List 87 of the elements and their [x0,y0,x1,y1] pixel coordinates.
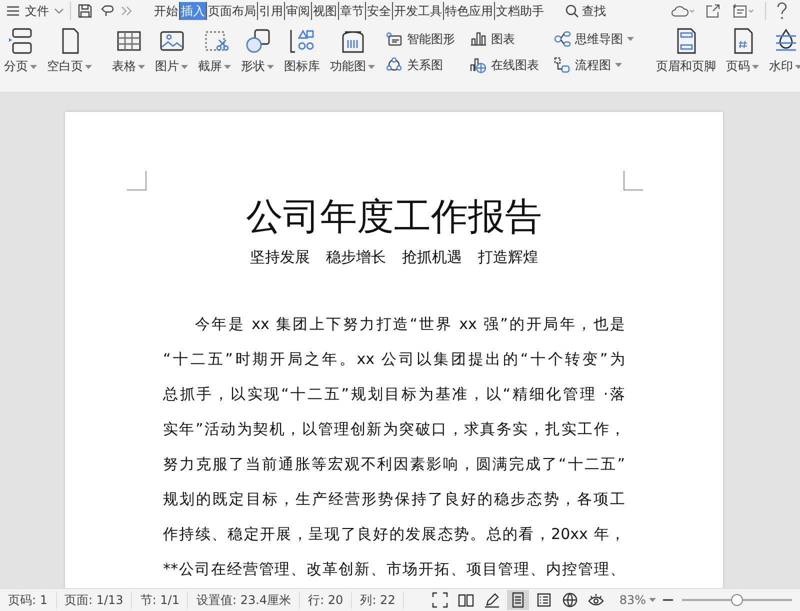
ribbon-button[interactable]: 表格 [108,26,149,92]
ribbon-button[interactable]: 水印 [765,26,800,92]
corner-mark-icon [127,171,147,191]
save-icon[interactable] [77,3,93,19]
ribbon-icon [469,30,487,48]
status-field: 设置值: 23.4厘米 [188,592,300,608]
status-field: 节: 1/1 [132,592,188,608]
caret-icon [267,64,274,68]
help-icon[interactable] [776,2,788,20]
view-icon [458,592,474,608]
body-text-line: 今年是 xx 集团上下努力打造“世界 xx 强”的开局年，也是 [194,314,625,335]
ribbon-tab[interactable]: 插入 [180,2,207,20]
document-title: 公司年度工作报告 [245,194,543,240]
ribbon-button[interactable]: 关系图 [385,54,455,76]
ribbon-button[interactable]: 智能图形 [385,28,455,50]
more-icon[interactable] [121,6,133,16]
subtitle-phrase: 稳步增长 [326,248,386,267]
view-icon [562,592,578,608]
caret-icon [752,64,759,68]
caret-icon [224,64,231,68]
caret-icon [649,598,656,602]
caret-icon [30,64,37,68]
search-icon [565,4,579,18]
ribbon-tab[interactable]: 特色应用 [444,2,495,20]
ribbon-tab[interactable]: 文档助手 [495,2,545,20]
status-field: 页码: 1 [0,592,56,608]
search-button[interactable]: 查找 [565,2,606,20]
ribbon-button[interactable]: 形状 [237,26,278,92]
status-field: 页面: 1/13 [56,592,132,608]
chevron-down-icon [54,7,64,15]
ribbon-button[interactable]: 图标库 [280,26,324,92]
body-text-line: 总抓手，以实现“十二五”规划目标为基准，以“精细化管理 ·落 [163,384,625,405]
body-text-line: **公司在经营管理、改革创新、市场开拓、项目管理、内控管理、 [163,559,625,580]
subtitle-phrase: 打造辉煌 [478,248,538,267]
view-icon [432,592,448,608]
ribbon-tab[interactable]: 审阅 [285,2,312,20]
ribbon-icon [553,56,571,74]
body-text-line: “十二五”时期开局之年。xx 公司以集团提出的“十个转变”为 [163,349,625,370]
ribbon-icon [469,56,487,74]
ribbon-button[interactable]: 截屏 [194,26,235,92]
caret-icon [368,64,375,68]
view-icon [536,592,552,608]
ribbon-button[interactable]: 功能图 [326,26,379,92]
zoom-slider-thumb[interactable] [731,594,743,606]
corner-mark-icon [623,171,643,191]
status-field: 列: 22 [352,592,404,608]
file-menu[interactable]: 文件 [6,2,64,20]
caret-icon [627,37,634,41]
ribbon-icon [385,30,403,48]
ribbon-button[interactable]: 页码 [722,26,763,92]
subtitle-phrase: 坚持发展 [250,248,310,267]
body-text-line: 努力克服了当前通胀等宏观不利因素影响，圆满完成了“十二五” [163,454,625,475]
ribbon-tab[interactable]: 章节 [339,2,366,20]
subtitle-phrase: 抢抓机遇 [402,248,462,267]
ribbon-button[interactable]: 思维导图 [553,28,634,50]
ribbon-button[interactable]: 流程图 [553,54,634,76]
zoom-dropdown[interactable]: 83% [619,593,656,607]
ribbon-button[interactable]: 空白页 [43,26,96,92]
template-icon[interactable] [731,3,755,19]
body-text-line: 作持续、稳定开展，呈现了良好的发展态势。总的看，20xx 年， [163,524,625,545]
body-text-line: 实年”活动为契机，以管理创新为突破口，求真务实，扎实工作， [163,419,625,440]
ribbon-button[interactable]: 图表 [469,28,539,50]
share-icon[interactable] [705,3,721,19]
caret-icon [615,63,622,67]
ribbon-tab[interactable]: 开发工具 [393,2,444,20]
cloud-icon[interactable] [671,4,695,18]
ribbon-tab[interactable]: 引用 [258,2,285,20]
undo-icon[interactable] [99,3,115,19]
view-icon [484,592,500,608]
status-field: 行: 20 [300,592,352,608]
body-text-line: 规划的既定目标，生产经营形势保持了良好的稳步态势，各项工 [163,489,625,510]
caret-icon [85,64,92,68]
ribbon-tab[interactable]: 页面布局 [207,2,258,20]
ribbon-button[interactable]: 分页 [0,26,41,92]
ribbon-button[interactable]: 图片 [151,26,192,92]
caret-icon [181,64,188,68]
caret-icon [795,64,800,68]
view-icon [588,592,604,608]
ribbon-tab[interactable]: 视图 [312,2,339,20]
view-mode-button[interactable] [507,590,530,610]
ribbon-tab[interactable]: 安全 [366,2,393,20]
caret-icon [138,64,145,68]
menu-icon [6,5,20,17]
view-icon [510,592,526,608]
ribbon-button[interactable]: 在线图表 [469,54,539,76]
ribbon-icon [553,30,571,48]
ribbon-button[interactable]: 页眉和页脚 [652,26,720,92]
